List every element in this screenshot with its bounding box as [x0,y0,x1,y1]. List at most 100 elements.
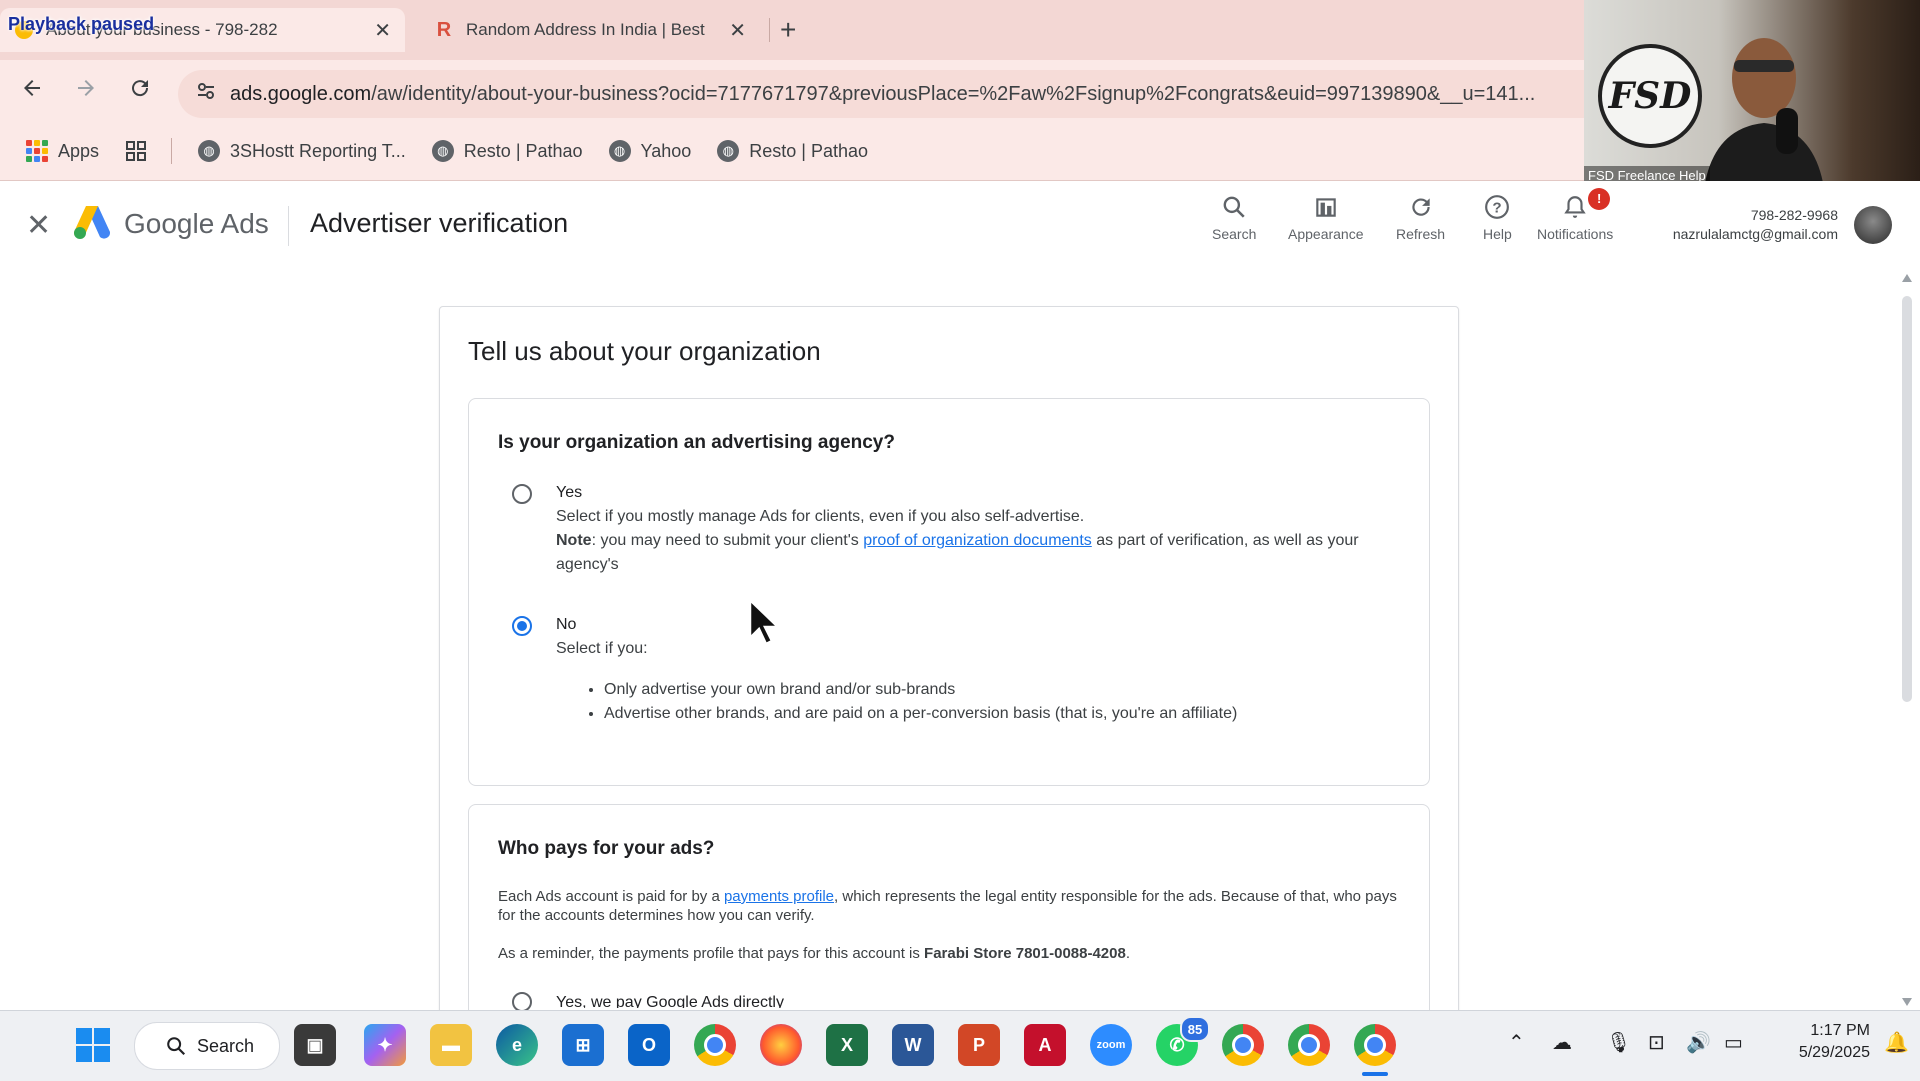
reminder-post: . [1125,945,1131,962]
presenter-figure [1704,38,1824,188]
reload-button[interactable] [128,76,152,107]
file-explorer-icon[interactable]: ▬ [430,1024,472,1066]
scrollbar-thumb[interactable] [1902,296,1912,702]
taskbar-search-label: Search [197,1035,255,1056]
option-pay-directly-label[interactable]: Yes, we pay Google Ads directly [556,994,784,1008]
google-ads-logo-icon [73,206,111,239]
bookmark-label: Apps [58,140,100,161]
header-search-button[interactable]: Search [1212,194,1256,242]
payer-desc-pre: Each Ads account is paid for by a [498,888,724,905]
header-action-label: Notifications [1537,226,1614,242]
windows-start-icon[interactable] [72,1024,114,1066]
battery-icon[interactable]: ▭ [1724,1030,1743,1055]
yes-desc-text: Select if you mostly manage Ads for clie… [556,508,1085,525]
search-icon [1221,194,1247,226]
microphone-icon[interactable]: 🎙 [1606,1030,1631,1055]
agency-question: Is your organization an advertising agen… [498,432,895,453]
url-text: ads.google.com/aw/identity/about-your-bu… [230,83,1535,106]
account-info[interactable]: 798-282-9968 nazrulalamctg@gmail.com [1640,206,1838,244]
list-item: Advertise other brands, and are paid on … [604,702,1384,726]
clock-time: 1:17 PM [1810,1022,1870,1039]
webcam-overlay: FSD FSD Freelance Help [1584,0,1920,188]
bookmark-resto-pathao[interactable]: ◍ Resto | Pathao [431,140,583,162]
option-no-label[interactable]: No [556,616,576,634]
firefox-icon[interactable] [760,1024,802,1066]
refresh-icon [1408,194,1434,226]
note-label: Note [556,532,592,549]
list-item: Only advertise your own brand and/or sub… [604,678,1384,702]
chrome-icon[interactable] [694,1024,736,1066]
taskbar-search-button[interactable]: Search [134,1022,280,1070]
bookmark-3shostt[interactable]: ◍ 3SHostt Reporting T... [198,140,406,162]
copilot-icon[interactable]: ✦ [364,1024,406,1066]
yes-note: Note: you may need to submit your client… [556,529,1386,577]
forward-button[interactable] [74,76,98,107]
tab-close-icon[interactable]: ✕ [729,18,746,43]
header-action-label: Help [1483,226,1512,242]
header-appearance-button[interactable]: Appearance [1288,194,1364,242]
option-no-bullets: Only advertise your own brand and/or sub… [584,678,1384,726]
page-title: Advertiser verification [310,208,569,238]
tab-close-icon[interactable]: ✕ [374,18,391,43]
zoom-icon[interactable]: zoom [1090,1024,1132,1066]
ads-brand: Google Ads [124,208,269,239]
bookmark-label: Resto | Pathao [463,140,583,161]
powerpoint-icon[interactable]: P [958,1024,1000,1066]
payments-profile-link[interactable]: payments profile [724,888,834,905]
fsd-logo-text: FSD [1608,75,1692,117]
header-action-label: Appearance [1288,226,1364,242]
new-tab-button[interactable]: + [780,14,796,46]
payer-reminder: As a reminder, the payments profile that… [498,944,1398,963]
fsd-logo: FSD [1598,44,1702,148]
word-icon[interactable]: W [892,1024,934,1066]
bookmark-label: 3SHostt Reporting T... [230,140,406,161]
url-host: ads.google.com [230,82,372,105]
tab-title: Random Address In India | Best [466,20,705,39]
option-yes-label[interactable]: Yes [556,484,582,502]
bookmark-resto-pathao-2[interactable]: ◍ Resto | Pathao [717,140,868,162]
chrome-active-icon[interactable] [1354,1024,1396,1066]
back-button[interactable] [20,76,44,107]
tab-groups-icon [126,141,147,161]
outlook-icon[interactable]: O [628,1024,670,1066]
access-icon[interactable]: A [1024,1024,1066,1066]
radio-agency-no[interactable] [512,616,532,636]
whatsapp-icon[interactable]: ✆ 85 [1156,1016,1210,1066]
appearance-icon [1313,194,1339,226]
back-arrow-icon [24,80,40,96]
chrome-profile-2-icon[interactable] [1288,1024,1330,1066]
help-icon: ? [1484,194,1510,226]
bookmark-yahoo[interactable]: ◍ Yahoo [608,140,691,162]
svg-text:?: ? [1493,199,1502,216]
onedrive-icon[interactable]: ☁ [1552,1030,1572,1055]
payer-description: Each Ads account is paid for by a paymen… [498,887,1398,925]
close-icon[interactable]: ✕ [26,208,51,243]
chrome-profile-icon[interactable] [1222,1024,1264,1066]
microsoft-store-icon[interactable]: ⊞ [562,1024,604,1066]
proof-documents-link[interactable]: proof of organization documents [863,532,1092,549]
task-view-icon[interactable]: ▣ [294,1024,336,1066]
tab-random-address[interactable]: R Random Address In India | Best ✕ [420,8,760,52]
excel-icon[interactable]: X [826,1024,868,1066]
globe-icon: ◍ [717,140,740,162]
header-refresh-button[interactable]: Refresh [1396,194,1445,242]
header-help-button[interactable]: ? Help [1483,194,1512,242]
globe-icon: ◍ [608,140,631,162]
tab-groups-button[interactable] [125,140,147,162]
network-icon[interactable]: ⊡ [1648,1030,1665,1055]
radio-pay-directly[interactable] [512,992,532,1012]
header-notifications-button[interactable]: ! Notifications [1537,188,1614,242]
bookmark-apps[interactable]: Apps [26,140,99,162]
account-id: 798-282-9968 [1750,207,1838,223]
payer-question: Who pays for your ads? [498,838,715,859]
site-settings-icon[interactable] [196,81,216,107]
radio-agency-yes[interactable] [512,484,532,504]
tray-overflow-icon[interactable]: ⌃ [1508,1030,1525,1055]
edge-icon[interactable]: e [496,1024,538,1066]
avatar[interactable] [1854,206,1892,244]
system-clock[interactable]: 1:17 PM 5/29/2025 [1770,1020,1870,1064]
bookmark-separator [171,138,173,164]
volume-icon[interactable]: 🔊 [1686,1030,1711,1055]
notification-center-icon[interactable]: 🔔 [1884,1030,1909,1055]
url-path: /aw/identity/about-your-business?ocid=71… [371,82,1536,105]
